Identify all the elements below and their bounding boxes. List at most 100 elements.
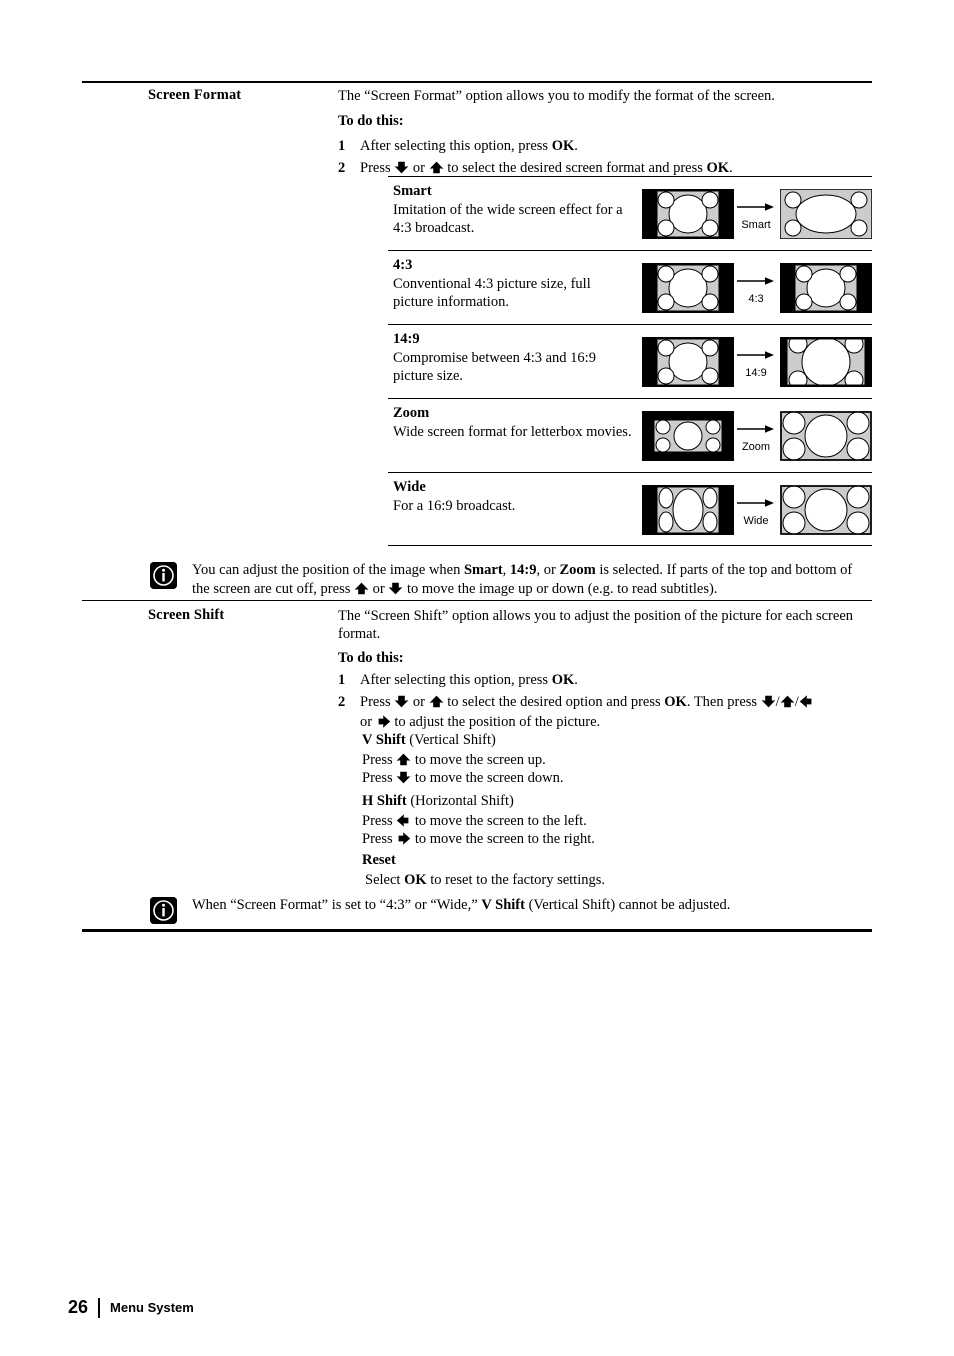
- step-text-line2-post: to adjust the position of the picture.: [390, 714, 601, 730]
- v-shift-block: V Shift (Vertical Shift) Press to move t…: [362, 731, 862, 788]
- step-text-bold: OK: [551, 672, 575, 688]
- screen-shift-step-1: 1 After selecting this option, press OK.: [338, 670, 878, 690]
- result-screen-illustration: [780, 411, 872, 461]
- step-text-mid: or: [409, 160, 429, 176]
- source-screen-illustration: [642, 411, 734, 461]
- screen-format-step-2: 2 Press or to select the desired screen …: [338, 158, 878, 178]
- result-screen-illustration: [780, 189, 872, 239]
- arrow-up-icon: [429, 695, 444, 708]
- step-text: After selecting this option, press OK.: [360, 670, 878, 690]
- step-text-pre: After selecting this option, press: [360, 138, 552, 154]
- format-arrow-label: 14:9: [745, 367, 767, 379]
- arrow-up-icon: [429, 161, 444, 174]
- v-shift-up-line: Press to move the screen up.: [362, 751, 862, 770]
- source-screen-illustration: [642, 485, 734, 535]
- step-number: 2: [338, 694, 346, 710]
- arrow-down-icon: [761, 695, 776, 708]
- step-number: 1: [338, 672, 346, 688]
- h-shift-title: H Shift: [362, 793, 407, 809]
- v-shift-down-line: Press to move the screen down.: [362, 769, 862, 788]
- source-screen-illustration: [642, 263, 734, 313]
- arrow-down-icon: [394, 695, 409, 708]
- table-row: Zoom Wide screen format for letterbox mo…: [388, 398, 872, 472]
- transform-arrow-icon: [736, 349, 776, 361]
- step-text-bold: OK: [706, 160, 730, 176]
- screen-format-todo-heading: To do this:: [338, 113, 404, 129]
- note-bold-149: 14:9: [509, 562, 537, 578]
- note-part-6: to move the image up or down (e.g. to re…: [403, 581, 718, 597]
- format-illustration-zoom: Zoom: [640, 407, 872, 465]
- v-shift-title: V Shift: [362, 732, 406, 748]
- arrow-up-icon: [396, 753, 411, 766]
- step-text-mid: or: [409, 694, 429, 710]
- screen-shift-steps: 1 After selecting this option, press OK.…: [338, 668, 878, 732]
- note-bold-smart: Smart: [463, 562, 503, 578]
- arrow-down-icon: [388, 582, 403, 595]
- step-text-tail: . Then press: [686, 694, 761, 710]
- arrow-right-icon: [396, 832, 411, 845]
- reset-post: to reset to the factory settings.: [426, 871, 606, 888]
- format-description: For a 16:9 broadcast.: [393, 498, 516, 514]
- result-screen-illustration: [780, 337, 872, 387]
- note-part-2: ,: [502, 562, 510, 578]
- h-shift-left-line: Press to move the screen to the left.: [362, 812, 862, 831]
- transform-arrow-icon: [736, 275, 776, 287]
- format-illustration-149: 14:9: [640, 333, 872, 391]
- section-rule-top: [82, 81, 872, 83]
- footer-section-name: Menu System: [110, 1300, 194, 1315]
- step-number: 1: [338, 138, 346, 154]
- arrow-up-icon: [354, 582, 369, 595]
- note2-part-2: (Vertical Shift) cannot be adjusted.: [524, 897, 731, 913]
- info-icon: [150, 562, 177, 589]
- step-text-post: to select the desired screen format and …: [443, 160, 707, 176]
- result-screen-illustration: [780, 263, 872, 313]
- format-illustration-43: 4:3: [640, 259, 872, 317]
- screen-format-label: Screen Format: [148, 87, 242, 103]
- transform-arrow-icon: [736, 497, 776, 509]
- arrow-left-icon: [799, 695, 814, 708]
- v-shift-heading: V Shift (Vertical Shift): [362, 731, 862, 750]
- screen-shift-step-2: 2 Press or to select the desired option …: [338, 692, 878, 732]
- table-row: 14:9 Compromise between 4:3 and 16:9 pic…: [388, 324, 872, 398]
- format-name: Zoom: [393, 405, 430, 421]
- note-part-3: , or: [536, 562, 560, 578]
- v-shift-subtitle: (Vertical Shift): [405, 732, 496, 748]
- screen-format-steps: 1 After selecting this option, press OK.…: [338, 134, 878, 178]
- table-row: Wide For a 16:9 broadcast. Wide: [388, 472, 872, 546]
- page-footer: 26 Menu System: [68, 1297, 194, 1318]
- v-shift-up-text: to move the screen up.: [411, 751, 546, 768]
- format-description: Wide screen format for letterbox movies.: [393, 424, 632, 440]
- footer-divider: [98, 1297, 101, 1318]
- press-label: Press: [362, 831, 397, 847]
- screen-shift-intro: The “Screen Shift” option allows you to …: [338, 608, 854, 642]
- format-illustration-smart: Smart: [640, 185, 872, 243]
- h-shift-heading: H Shift (Horizontal Shift): [362, 792, 862, 811]
- press-label: Press: [362, 812, 397, 829]
- info-note-1-text: You can adjust the position of the image…: [192, 561, 872, 599]
- step-text: After selecting this option, press OK.: [360, 136, 878, 156]
- step-text-bold: OK: [551, 138, 575, 154]
- format-description: Imitation of the wide screen effect for …: [393, 202, 623, 236]
- format-description: Compromise between 4:3 and 16:9 picture …: [393, 350, 596, 384]
- step-text-pre: Press: [360, 694, 395, 710]
- reset-title: Reset: [362, 852, 396, 868]
- note-bold-zoom: Zoom: [559, 562, 596, 578]
- note-part-1: You can adjust the position of the image…: [192, 562, 464, 578]
- screen-shift-label: Screen Shift: [148, 607, 225, 623]
- format-name: Wide: [393, 479, 426, 495]
- format-name: Smart: [393, 183, 432, 199]
- manual-page: Screen Format The “Screen Format” option…: [0, 0, 954, 1356]
- note2-bold-vshift: V Shift: [481, 897, 525, 913]
- press-label: Press: [362, 751, 397, 768]
- format-name: 14:9: [393, 331, 420, 347]
- format-arrow-label: 4:3: [748, 293, 764, 305]
- reset-block: Reset Select OK to reset to the factory …: [362, 851, 862, 889]
- format-arrow-label: Wide: [743, 515, 769, 527]
- format-arrow-label: Smart: [741, 219, 771, 231]
- page-number: 26: [68, 1297, 89, 1317]
- step-text-tail: .: [729, 160, 733, 176]
- reset-line: Select OK to reset to the factory settin…: [362, 871, 862, 890]
- table-row: Smart Imitation of the wide screen effec…: [388, 176, 872, 250]
- section-rule-middle: [82, 600, 872, 601]
- step-text-post: to select the desired option and press: [443, 694, 665, 710]
